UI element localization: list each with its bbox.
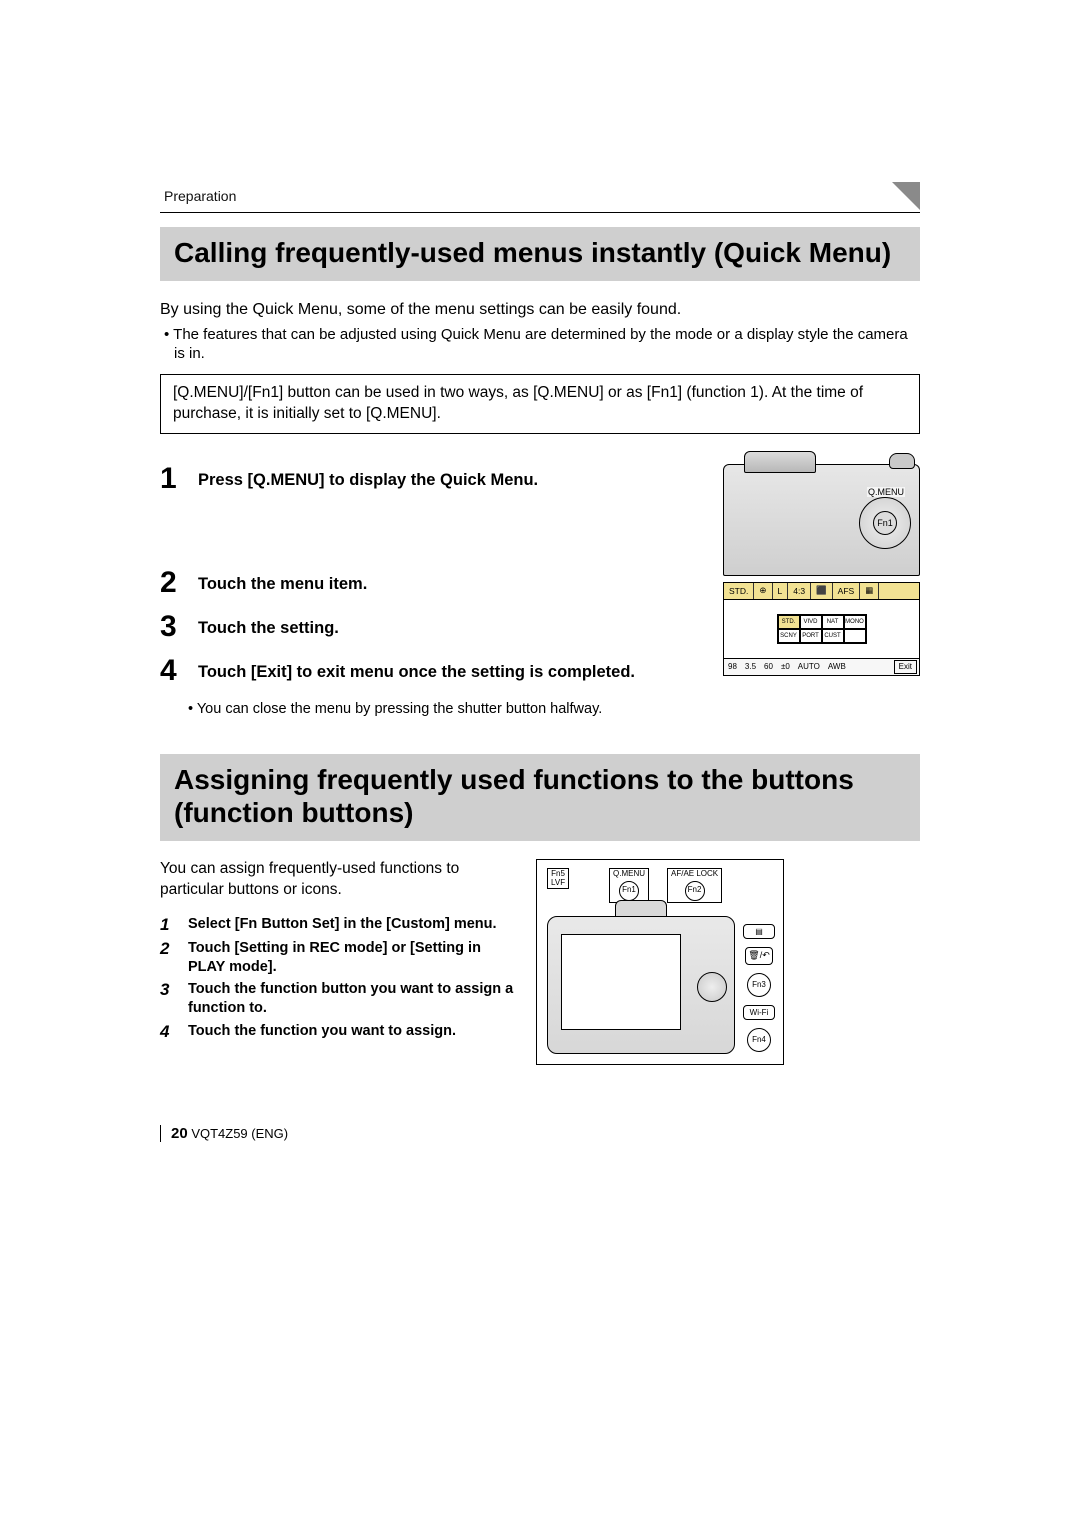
doc-code: VQT4Z59 (ENG) [191, 1126, 288, 1141]
fn5-label: Fn5 LVF [547, 868, 569, 890]
control-wheel-icon [697, 972, 727, 1002]
step-number: 4 [160, 1022, 174, 1042]
camera-top-illustration: Q.MENU Fn1 [723, 464, 920, 576]
right-side-labels: ▤ 🗑/↶ Fn3 Wi-Fi Fn4 [743, 924, 775, 1052]
info-box: [Q.MENU]/[Fn1] button can be used in two… [160, 374, 920, 434]
flash-mode: AUTO [794, 662, 824, 671]
fn1-circle: Fn1 [619, 881, 639, 901]
step-2: 2 Touch the menu item. [160, 568, 707, 598]
trash-return-label: 🗑/↶ [745, 947, 773, 965]
lcd-icon: STD. [724, 583, 754, 599]
grid-cell [844, 629, 866, 643]
step-number: 2 [160, 939, 174, 977]
step-text: Touch the menu item. [198, 568, 367, 595]
lcd-bottom-bar: 98 3.5 60 ±0 AUTO AWB Exit [724, 659, 919, 675]
lcd-screen-illustration: STD. ⊕ L 4:3 ⬛ AFS ▦ STD. VIVD NAT MONO … [723, 582, 920, 676]
step-text: Touch [Exit] to exit menu once the setti… [198, 656, 635, 683]
step-text: Press [Q.MENU] to display the Quick Menu… [198, 464, 538, 491]
fn1-button-icon: Fn1 [873, 511, 897, 535]
fnstep-2: 2 Touch [Setting in REC mode] or [Settin… [160, 939, 520, 977]
step-columns-2: You can assign frequently-used functions… [160, 859, 920, 1065]
afae-text: AF/AE LOCK [671, 870, 718, 879]
spacer [160, 508, 707, 568]
step-text: Select [Fn Button Set] in the [Custom] m… [188, 915, 497, 935]
rear-screen [561, 934, 681, 1030]
afae-label-box: AF/AE LOCK Fn2 [667, 868, 722, 903]
lcd-top-bar: STD. ⊕ L 4:3 ⬛ AFS ▦ [724, 583, 919, 600]
section-title-2: Assigning frequently used functions to t… [174, 764, 906, 828]
sub-note: You can close the menu by pressing the s… [198, 700, 707, 719]
grid-cell: MONO [844, 615, 866, 629]
step-1: 1 Press [Q.MENU] to display the Quick Me… [160, 464, 707, 494]
grid-cell: PORT [800, 629, 822, 643]
step-4: 4 Touch [Exit] to exit menu once the set… [160, 656, 707, 686]
lcd-icon: AFS [833, 583, 861, 599]
step-number: 1 [160, 915, 174, 935]
exit-button[interactable]: Exit [894, 660, 917, 674]
fnstep-3: 3 Touch the function button you want to … [160, 980, 520, 1018]
intro-text-1: By using the Quick Menu, some of the men… [160, 299, 920, 321]
illustrations-right-1: Q.MENU Fn1 STD. ⊕ L 4:3 ⬛ AFS ▦ STD. VIV… [723, 464, 920, 719]
fn4-circle: Fn4 [747, 1028, 771, 1052]
photo-style-grid: STD. VIVD NAT MONO SCNY PORT CUST [777, 614, 867, 644]
section-title-1: Calling frequently-used menus instantly … [174, 237, 906, 269]
steps-left-1: 1 Press [Q.MENU] to display the Quick Me… [160, 464, 707, 719]
step-number: 1 [160, 464, 182, 494]
step-text: Touch the function button you want to as… [188, 980, 520, 1018]
section-heading-2: Assigning frequently used functions to t… [160, 754, 920, 840]
section-heading-1: Calling frequently-used menus instantly … [160, 227, 920, 281]
touch-icon-box: ▤ [743, 924, 775, 939]
intro-text-2: You can assign frequently-used functions… [160, 859, 520, 901]
lcd-icon: 4:3 [788, 583, 811, 599]
fnstep-1: 1 Select [Fn Button Set] in the [Custom]… [160, 915, 520, 935]
step-text: Touch the setting. [198, 612, 339, 639]
step-number: 3 [160, 612, 182, 642]
step-number: 4 [160, 656, 182, 686]
note-bullet-1: The features that can be adjusted using … [174, 325, 920, 364]
grid-cell: CUST [822, 629, 844, 643]
fn2-circle: Fn2 [685, 881, 705, 901]
grid-cell: VIVD [800, 615, 822, 629]
qmenu-label-box: Q.MENU Fn1 [609, 868, 649, 903]
manual-page: Preparation Calling frequently-used menu… [160, 188, 920, 1262]
breadcrumb: Preparation [160, 188, 236, 204]
breadcrumb-bar: Preparation [160, 188, 920, 213]
grid-cell: NAT [822, 615, 844, 629]
aperture-value: 3.5 [741, 662, 760, 671]
step-text: Touch [Setting in REC mode] or [Setting … [188, 939, 520, 977]
wb-mode: AWB [824, 662, 850, 671]
viewfinder-hump [744, 451, 816, 473]
lcd-middle: STD. VIVD NAT MONO SCNY PORT CUST [724, 600, 919, 659]
qmenu-text: Q.MENU [613, 870, 645, 879]
lcd-icon: ⬛ [811, 583, 833, 599]
grid-cell: SCNY [778, 629, 800, 643]
lcd-icon: L [773, 583, 789, 599]
shutter-value: 60 [760, 662, 777, 671]
lcd-icon: ▦ [860, 583, 879, 599]
ev-value: ±0 [777, 662, 794, 671]
page-number: 20 [171, 1125, 188, 1142]
step-text: Touch the function you want to assign. [188, 1022, 456, 1042]
wifi-label: Wi-Fi [743, 1005, 775, 1020]
step-number: 3 [160, 980, 174, 1018]
lvf-text: LVF [551, 879, 565, 888]
fnstep-4: 4 Touch the function you want to assign. [160, 1022, 520, 1042]
spacer [160, 718, 920, 754]
camera-back-illustration: Fn5 LVF Q.MENU Fn1 AF/AE LOCK Fn2 ▤ 🗑 [536, 859, 784, 1065]
grid-cell: STD. [778, 615, 800, 629]
shutter-button-icon [889, 453, 915, 469]
qmenu-label: Q.MENU [867, 487, 905, 497]
step-columns-1: 1 Press [Q.MENU] to display the Quick Me… [160, 464, 920, 719]
lcd-icon: ⊕ [754, 583, 772, 599]
step-3: 3 Touch the setting. [160, 612, 707, 642]
steps-left-2: You can assign frequently-used functions… [160, 859, 520, 1065]
page-footer: 20 VQT4Z59 (ENG) [160, 1125, 920, 1142]
fn3-circle: Fn3 [747, 973, 771, 997]
corner-decoration [892, 182, 920, 210]
illustrations-right-2: Fn5 LVF Q.MENU Fn1 AF/AE LOCK Fn2 ▤ 🗑 [536, 859, 784, 1065]
shots-remaining: 98 [724, 662, 741, 671]
step-number: 2 [160, 568, 182, 598]
